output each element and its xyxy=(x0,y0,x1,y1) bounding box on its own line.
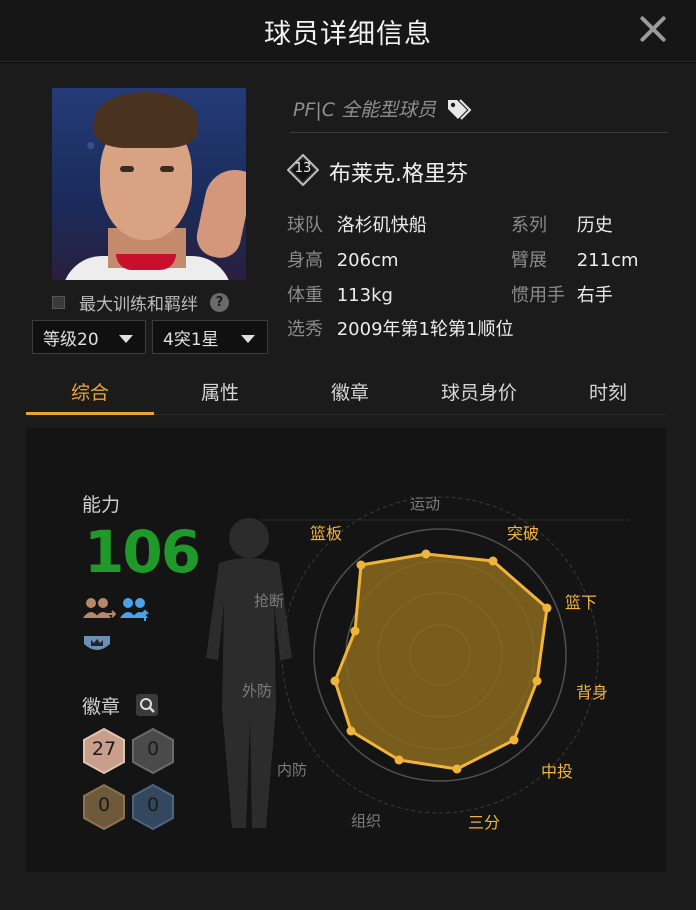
silver-badge-count: 0 xyxy=(131,727,175,775)
radar-point xyxy=(394,755,404,765)
ability-radar-chart xyxy=(260,496,630,814)
wingspan-label: 臂展 xyxy=(511,250,547,271)
jersey-number-badge: 13 xyxy=(287,154,319,186)
active-tab-indicator xyxy=(26,412,154,415)
radar-label-post: 背身 xyxy=(576,683,609,702)
chevron-down-icon xyxy=(119,335,133,343)
radar-point xyxy=(542,603,552,613)
radar-point xyxy=(532,676,542,686)
radar-point xyxy=(452,764,462,774)
max-training-toggle[interactable]: 最大训练和羁绊 ? xyxy=(52,292,229,315)
title-bar: 球员详细信息 xyxy=(0,0,696,62)
crown-shield-icon xyxy=(84,636,110,650)
tab-moments[interactable]: 时刻 xyxy=(544,378,672,414)
help-icon[interactable]: ? xyxy=(210,292,229,312)
radar-label-midrange: 中投 xyxy=(541,762,574,781)
level-select-value: 等级20 xyxy=(43,329,99,350)
wingspan-value: 211cm xyxy=(576,250,639,271)
radar-label-drive: 突破 xyxy=(507,524,540,543)
window-title: 球员详细信息 xyxy=(264,19,432,50)
radar-point xyxy=(356,560,366,570)
jersey-number: 13 xyxy=(294,161,312,176)
player-position: PF|C 全能型球员 xyxy=(293,95,472,122)
tab-badges[interactable]: 徽章 xyxy=(286,378,414,414)
star-select-value: 4突1星 xyxy=(163,329,219,350)
radar-point xyxy=(350,626,360,636)
info-draft: 选秀 2009年第1轮第1顺位 xyxy=(287,315,513,341)
height-value: 206cm xyxy=(336,250,399,271)
info-team: 球队 洛杉矶快船 xyxy=(287,211,427,237)
info-weight: 体重 113kg xyxy=(287,281,393,307)
divider xyxy=(290,132,668,133)
info-height: 身高 206cm xyxy=(287,246,399,272)
radar-point xyxy=(330,676,340,686)
position-text: PF|C 全能型球员 xyxy=(293,99,437,121)
search-icon[interactable] xyxy=(136,694,158,716)
gold-badge-count: 0 xyxy=(82,783,126,831)
team-boost-icon xyxy=(120,598,149,621)
radar-label-inside: 篮下 xyxy=(565,593,598,612)
info-wingspan: 臂展 211cm xyxy=(511,246,639,272)
series-label: 系列 xyxy=(511,215,547,236)
tab-value[interactable]: 球员身价 xyxy=(416,378,542,414)
bond-label: 最大训练和羁绊 xyxy=(79,294,198,315)
radar-label-three: 三分 xyxy=(468,813,501,832)
radar-point xyxy=(488,556,498,566)
player-name: 布莱克.格里芬 xyxy=(329,162,468,187)
close-icon[interactable] xyxy=(638,14,668,44)
ability-rating: 106 xyxy=(84,518,201,586)
draft-label: 选秀 xyxy=(287,319,323,340)
level-select[interactable]: 等级20 xyxy=(32,320,146,354)
height-label: 身高 xyxy=(287,250,323,271)
tab-attributes[interactable]: 属性 xyxy=(156,378,284,414)
radar-label-rebound: 篮板 xyxy=(310,524,343,543)
radar-label-perimeter-d: 外防 xyxy=(242,682,273,700)
tag-icon[interactable] xyxy=(446,98,472,120)
radar-label-playmaking: 组织 xyxy=(351,812,382,830)
player-photo xyxy=(52,88,246,280)
badges-label: 徽章 xyxy=(82,696,121,718)
team-value: 洛杉矶快船 xyxy=(336,215,427,236)
weight-value: 113kg xyxy=(336,285,393,306)
draft-value: 2009年第1轮第1顺位 xyxy=(336,319,514,340)
radar-label-interior-d: 内防 xyxy=(277,761,308,779)
info-series: 系列 历史 xyxy=(511,211,613,237)
series-value: 历史 xyxy=(576,215,613,236)
team-label: 球队 xyxy=(287,215,323,236)
weight-label: 体重 xyxy=(287,285,323,306)
bond-checkbox[interactable] xyxy=(52,295,65,309)
tab-overview[interactable]: 综合 xyxy=(26,378,154,414)
star-select[interactable]: 4突1星 xyxy=(152,320,268,354)
radar-point xyxy=(346,726,356,736)
radar-label-steal: 抢断 xyxy=(254,592,285,610)
hof-badge-count: 0 xyxy=(131,783,175,831)
team-chemistry-icon xyxy=(83,598,116,618)
ability-label: 能力 xyxy=(82,494,121,516)
radar-label-athleticism: 运动 xyxy=(410,495,441,513)
radar-point xyxy=(509,735,519,745)
hand-value: 右手 xyxy=(576,285,613,306)
info-hand: 惯用手 右手 xyxy=(511,281,613,307)
radar-point xyxy=(421,549,431,559)
bronze-badge-count: 27 xyxy=(82,727,126,775)
chevron-down-icon xyxy=(241,335,255,343)
hand-label: 惯用手 xyxy=(511,285,565,306)
